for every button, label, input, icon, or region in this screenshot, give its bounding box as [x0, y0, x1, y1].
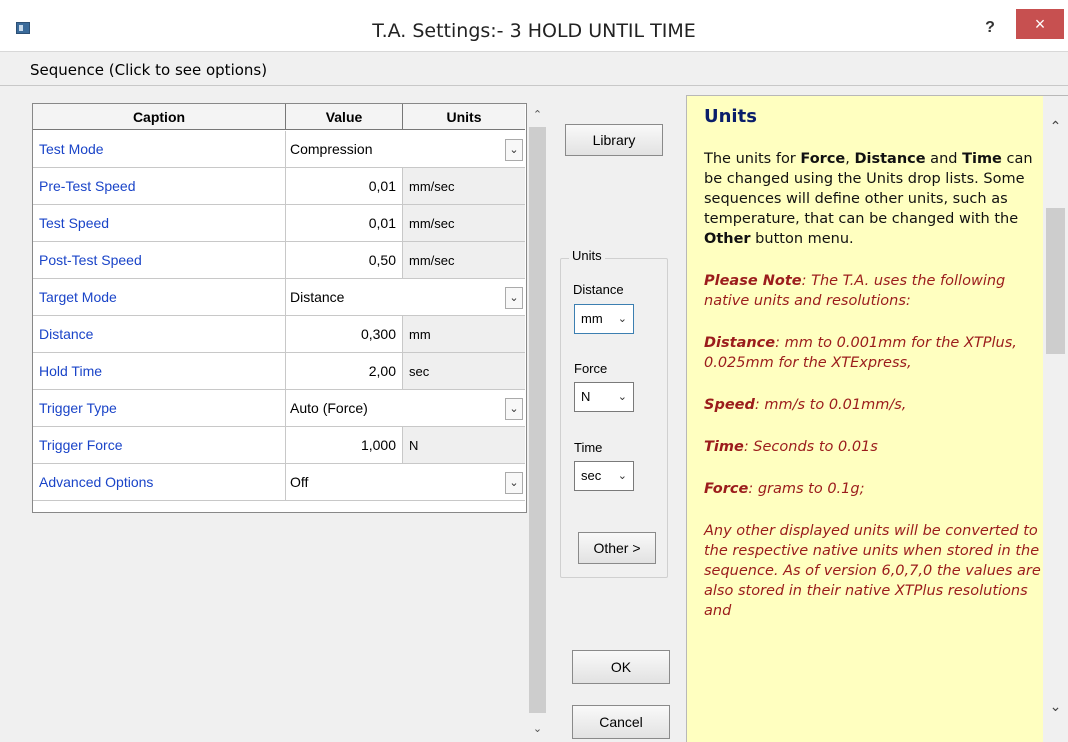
row-caption[interactable]: Pre-Test Speed	[33, 168, 286, 204]
sequence-menu[interactable]: Sequence (Click to see options)	[30, 61, 267, 79]
help-content: Units The units for Force, Distance and …	[704, 106, 1044, 643]
scrollbar-thumb[interactable]	[529, 127, 546, 713]
distance-label: Distance	[573, 282, 624, 297]
distance-field[interactable]: 0,300	[286, 316, 403, 352]
help-panel: Units The units for Force, Distance and …	[686, 95, 1068, 742]
window-title: T.A. Settings:- 3 HOLD UNTIL TIME	[372, 20, 696, 42]
close-button[interactable]: ×	[1016, 9, 1064, 39]
table-row: Distance 0,300 mm	[33, 316, 525, 353]
row-caption[interactable]: Test Mode	[33, 131, 286, 167]
scroll-up-icon[interactable]: ⌃	[1043, 118, 1068, 135]
help-time: Time: Seconds to 0.01s	[704, 439, 878, 455]
row-unit: sec	[403, 353, 525, 389]
units-header: Units	[446, 109, 482, 125]
help-speed: Speed: mm/s to 0.01mm/s,	[704, 397, 907, 413]
row-unit: mm/sec	[403, 242, 525, 278]
hold-time-field[interactable]: 2,00	[286, 353, 403, 389]
time-units-select[interactable]: sec ⌄	[574, 461, 634, 491]
chevron-down-icon[interactable]: ⌄	[505, 472, 523, 494]
scroll-down-icon[interactable]: ⌄	[1043, 698, 1068, 715]
distance-units-select[interactable]: mm ⌄	[574, 304, 634, 334]
force-label: Force	[574, 361, 608, 376]
table-scrollbar[interactable]: ⌃ ⌄	[527, 103, 548, 742]
table-row: Test Mode Compression ⌄	[33, 131, 525, 168]
row-caption[interactable]: Target Mode	[33, 279, 286, 315]
row-value: Off	[290, 474, 309, 490]
row-caption[interactable]: Trigger Force	[33, 427, 286, 463]
chevron-down-icon: ⌄	[617, 470, 627, 482]
trigger-force-field[interactable]: 1,000	[286, 427, 403, 463]
table-row: Trigger Type Auto (Force) ⌄	[33, 390, 525, 427]
ok-button[interactable]: OK	[572, 650, 670, 684]
title-bar: T.A. Settings:- 3 HOLD UNTIL TIME ? ×	[0, 0, 1068, 52]
table-row: Post-Test Speed 0,50 mm/sec	[33, 242, 525, 279]
chevron-down-icon[interactable]: ⌄	[505, 287, 523, 309]
chevron-down-icon: ⌄	[617, 313, 627, 325]
row-unit: N	[403, 427, 525, 463]
settings-table: Caption Value Units Test Mode Compressio…	[32, 103, 527, 513]
other-button[interactable]: Other >	[578, 532, 656, 564]
help-force: Force: grams to 0.1g;	[704, 481, 865, 497]
chevron-down-icon: ⌄	[617, 391, 627, 403]
time-label: Time	[574, 440, 603, 455]
help-distance: Distance: mm to 0.001mm for the XTPlus, …	[704, 335, 1017, 371]
help-note: Please Note: The T.A. uses the following…	[704, 273, 1006, 309]
help-final: Any other displayed units will be conver…	[704, 523, 1041, 619]
row-caption[interactable]: Test Speed	[33, 205, 286, 241]
help-button[interactable]: ?	[975, 15, 1005, 41]
menu-bar: Sequence (Click to see options)	[0, 52, 1068, 86]
time-unit-value: sec	[581, 468, 602, 483]
row-unit: mm/sec	[403, 168, 525, 204]
row-caption[interactable]: Hold Time	[33, 353, 286, 389]
row-value: Distance	[290, 289, 345, 305]
table-row: Hold Time 2,00 sec	[33, 353, 525, 390]
row-value: Compression	[290, 141, 373, 157]
table-row: Trigger Force 1,000 N	[33, 427, 525, 464]
row-caption[interactable]: Distance	[33, 316, 286, 352]
cancel-button[interactable]: Cancel	[572, 705, 670, 739]
help-intro: The units for Force, Distance and Time c…	[704, 151, 1033, 247]
chevron-down-icon[interactable]: ⌄	[505, 139, 523, 161]
row-caption[interactable]: Post-Test Speed	[33, 242, 286, 278]
row-value: Auto (Force)	[290, 400, 368, 416]
caption-header: Caption	[33, 104, 286, 130]
table-row: Advanced Options Off ⌄	[33, 464, 525, 501]
table-row: Test Speed 0,01 mm/sec	[33, 205, 525, 242]
force-unit-value: N	[581, 389, 591, 404]
value-header: Value	[286, 104, 403, 130]
test-speed-field[interactable]: 0,01	[286, 205, 403, 241]
row-caption[interactable]: Advanced Options	[33, 464, 286, 500]
advanced-options-select[interactable]: Off ⌄	[286, 464, 525, 500]
row-unit: mm	[403, 316, 525, 352]
help-scrollbar[interactable]: ⌃ ⌄	[1043, 96, 1068, 742]
scroll-down-icon[interactable]: ⌄	[527, 719, 548, 739]
table-row: Pre-Test Speed 0,01 mm/sec	[33, 168, 525, 205]
target-mode-select[interactable]: Distance ⌄	[286, 279, 525, 315]
library-button[interactable]: Library	[565, 124, 663, 156]
units-group-label: Units	[569, 248, 605, 263]
row-unit: mm/sec	[403, 205, 525, 241]
table-row: Target Mode Distance ⌄	[33, 279, 525, 316]
post-test-speed-field[interactable]: 0,50	[286, 242, 403, 278]
table-header: Caption Value Units	[33, 104, 525, 130]
row-caption[interactable]: Trigger Type	[33, 390, 286, 426]
scroll-up-icon[interactable]: ⌃	[527, 105, 548, 125]
help-title: Units	[704, 106, 757, 127]
force-units-select[interactable]: N ⌄	[574, 382, 634, 412]
trigger-type-select[interactable]: Auto (Force) ⌄	[286, 390, 525, 426]
chevron-down-icon[interactable]: ⌄	[505, 398, 523, 420]
distance-unit-value: mm	[581, 311, 603, 326]
pre-test-speed-field[interactable]: 0,01	[286, 168, 403, 204]
test-mode-select[interactable]: Compression ⌄	[286, 131, 525, 167]
scrollbar-thumb[interactable]	[1046, 208, 1065, 354]
